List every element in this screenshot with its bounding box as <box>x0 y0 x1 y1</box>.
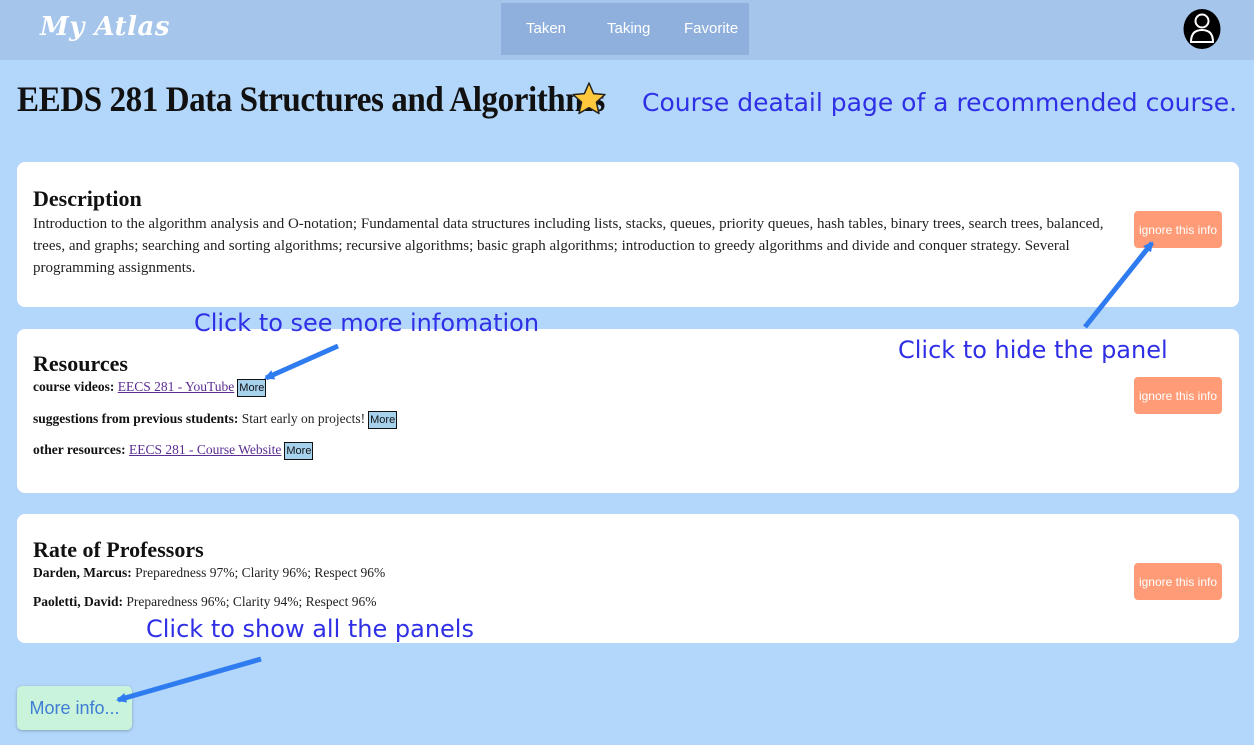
ignore-professors-button[interactable]: ignore this info <box>1134 563 1222 600</box>
tab-taking[interactable]: Taking <box>607 20 650 37</box>
annotation-see-more: Click to see more infomation <box>194 309 540 337</box>
annotation-page-caption: Course deatail page of a recommended cou… <box>642 88 1238 117</box>
more-button-suggestions[interactable]: More <box>368 411 398 429</box>
more-button-other[interactable]: More <box>284 442 314 460</box>
professor-ratings: Preparedness 96%; Clarity 94%; Respect 9… <box>126 594 377 609</box>
star-icon[interactable] <box>571 81 607 117</box>
description-heading: Description <box>33 186 142 211</box>
nav-tabs: Taken Taking Favorite <box>501 3 749 55</box>
professor-name: Paoletti, David: <box>33 594 123 609</box>
more-button-videos[interactable]: More <box>237 379 267 397</box>
tab-favorite[interactable]: Favorite <box>684 20 738 37</box>
annotation-hide-panel: Click to hide the panel <box>898 336 1168 364</box>
resource-label: course videos: <box>33 379 115 394</box>
resource-label: other resources: <box>33 442 126 457</box>
course-title: EEDS 281 Data Structures and Algorithms <box>17 79 605 119</box>
user-avatar-icon[interactable] <box>1183 5 1221 49</box>
youtube-link[interactable]: EECS 281 - YouTube <box>118 379 235 394</box>
resources-heading: Resources <box>33 351 128 376</box>
more-info-button[interactable]: More info... <box>17 686 132 730</box>
tab-taken[interactable]: Taken <box>526 20 566 37</box>
course-website-link[interactable]: EECS 281 - Course Website <box>129 442 281 457</box>
professor-ratings: Preparedness 97%; Clarity 96%; Respect 9… <box>135 565 386 580</box>
resource-row-videos: course videos: EECS 281 - YouTube More <box>33 379 267 397</box>
professors-heading: Rate of Professors <box>33 537 204 562</box>
professor-row: Darden, Marcus: Preparedness 97%; Clarit… <box>33 565 385 581</box>
description-panel: Description Introduction to the algorith… <box>17 162 1239 307</box>
professor-row: Paoletti, David: Preparedness 96%; Clari… <box>33 594 376 610</box>
suggestion-text: Start early on projects! <box>241 411 366 426</box>
arrow-to-more-info-button <box>116 656 262 703</box>
ignore-resources-button[interactable]: ignore this info <box>1134 377 1222 414</box>
professor-name: Darden, Marcus: <box>33 565 132 580</box>
top-navbar: My Atlas Taken Taking Favorite <box>0 0 1254 60</box>
resource-label: suggestions from previous students: <box>33 411 239 426</box>
brand-logo[interactable]: My Atlas <box>40 12 170 42</box>
resource-row-suggestions: suggestions from previous students: Star… <box>33 411 398 429</box>
ignore-description-button[interactable]: ignore this info <box>1134 211 1222 248</box>
resource-row-other: other resources: EECS 281 - Course Websi… <box>33 442 314 460</box>
description-text: Introduction to the algorithm analysis a… <box>33 216 1104 276</box>
annotation-show-all: Click to show all the panels <box>146 615 474 643</box>
